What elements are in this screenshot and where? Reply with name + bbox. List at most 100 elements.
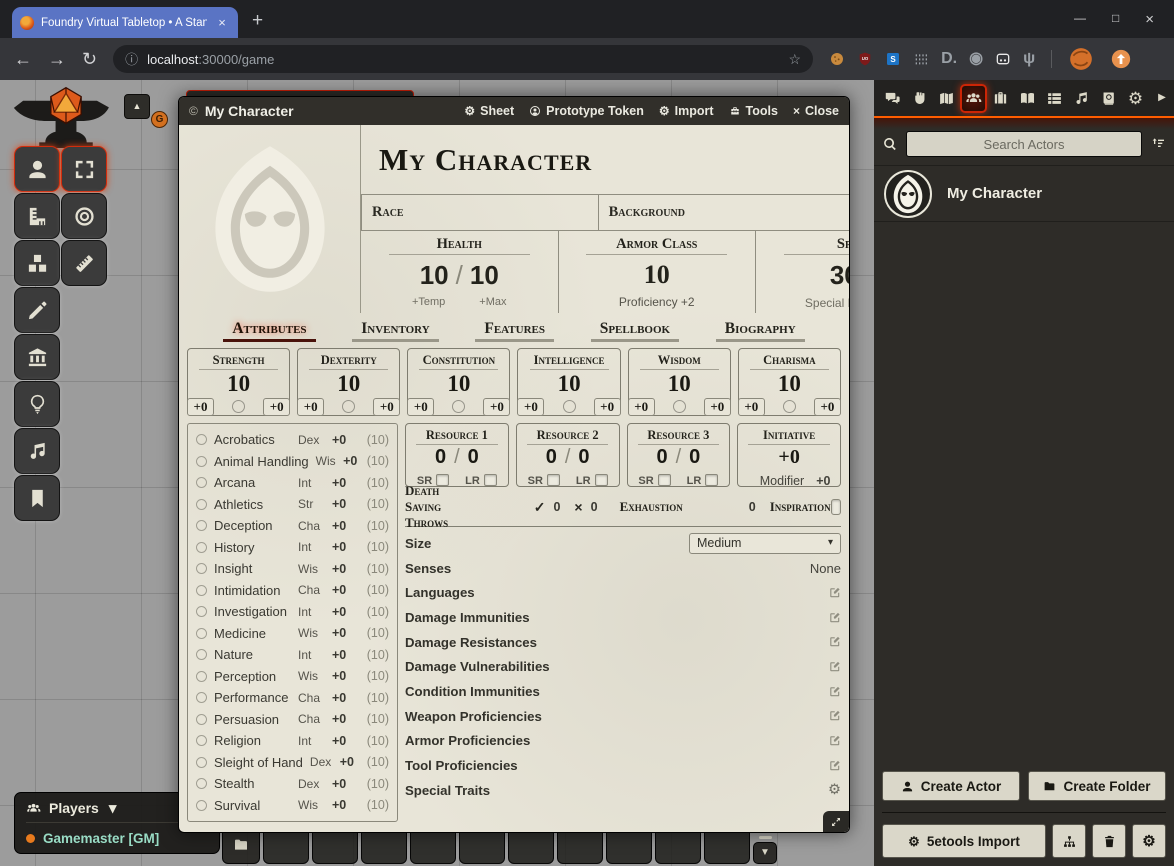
ability-score[interactable]: 10 (337, 371, 360, 397)
grid-icon[interactable] (913, 51, 929, 67)
sounds-tool-button[interactable] (14, 428, 60, 474)
ability-block[interactable]: Dexterity 10 +0 +0 (297, 348, 400, 416)
ability-block[interactable]: Charisma 10 +0 +0 (738, 348, 841, 416)
fork-icon[interactable]: ψ (1023, 51, 1035, 67)
skill-row[interactable]: Survival Wis +0 (10) (196, 795, 389, 817)
scene-nav-collapse-button[interactable]: ▲ (124, 94, 150, 119)
skill-row[interactable]: Acrobatics Dex +0 (10) (196, 429, 389, 451)
sheet-tab[interactable]: Biography (716, 319, 805, 342)
folder-tree-button[interactable] (1052, 824, 1086, 858)
tab-compendium[interactable] (1095, 84, 1122, 113)
trait-edit-icon[interactable]: ⚙ (828, 783, 841, 798)
speed-value[interactable]: 30ft (830, 260, 849, 291)
ruler-tool-button[interactable] (61, 240, 107, 286)
save-proficiency-toggle[interactable] (673, 400, 686, 413)
skill-row[interactable]: Nature Int +0 (10) (196, 644, 389, 666)
tab-combat[interactable] (906, 84, 933, 113)
skill-proficiency-toggle[interactable] (196, 477, 207, 488)
settings-button[interactable]: ⚙ (1132, 824, 1166, 858)
walls-tool-button[interactable] (14, 334, 60, 380)
trait-edit-icon[interactable] (828, 660, 842, 674)
hotbar-page-indicator[interactable] (759, 836, 772, 839)
sort-icon[interactable] (1150, 136, 1166, 152)
skill-proficiency-toggle[interactable] (196, 606, 207, 617)
ability-save[interactable]: +0 (483, 398, 510, 416)
create-actor-button[interactable]: Create Actor (882, 771, 1020, 801)
skill-row[interactable]: Performance Cha +0 (10) (196, 687, 389, 709)
skill-proficiency-toggle[interactable] (196, 757, 207, 768)
skill-row[interactable]: History Int +0 (10) (196, 537, 389, 559)
token-tool-button[interactable] (14, 146, 60, 192)
resource-label[interactable]: Resource 2 (537, 428, 599, 443)
skill-proficiency-toggle[interactable] (196, 714, 207, 725)
new-tab-button[interactable]: + (252, 10, 263, 32)
death-fail-count[interactable]: 0 (591, 500, 598, 514)
skill-row[interactable]: Intimidation Cha +0 (10) (196, 580, 389, 602)
hp-value[interactable]: 10/10 (420, 260, 499, 291)
ability-block[interactable]: Constitution 10 +0 +0 (407, 348, 510, 416)
short-rest-checkbox[interactable] (547, 474, 560, 486)
window-close-button[interactable]: × (1145, 11, 1154, 28)
long-rest-checkbox[interactable] (705, 474, 718, 486)
save-proficiency-toggle[interactable] (342, 400, 355, 413)
skill-proficiency-toggle[interactable] (196, 800, 207, 811)
ability-score[interactable]: 10 (227, 371, 250, 397)
ability-block[interactable]: Intelligence 10 +0 +0 (517, 348, 620, 416)
skill-row[interactable]: Stealth Dex +0 (10) (196, 773, 389, 795)
import-button[interactable]: ⚙Import (659, 104, 714, 118)
tab-close-icon[interactable]: × (214, 16, 230, 29)
max-hp-field[interactable]: +Max (479, 296, 506, 308)
ability-save[interactable]: +0 (704, 398, 731, 416)
notes-tool-button[interactable] (14, 475, 60, 521)
special-movement-link[interactable]: Special Movement (805, 296, 849, 310)
skill-row[interactable]: Sleight of Hand Dex +0 (10) (196, 752, 389, 774)
skill-proficiency-toggle[interactable] (196, 671, 207, 682)
ability-score[interactable]: 10 (447, 371, 470, 397)
tab-tables[interactable] (1041, 84, 1068, 113)
reload-icon[interactable]: ↻ (82, 50, 97, 68)
save-proficiency-toggle[interactable] (783, 400, 796, 413)
address-bar[interactable]: ⓘ localhost:30000/game ☆ (113, 45, 813, 73)
page-info-icon[interactable]: ⓘ (125, 53, 138, 66)
skill-row[interactable]: Animal Handling Wis +0 (10) (196, 451, 389, 473)
drawings-tool-button[interactable] (14, 287, 60, 333)
cookie-icon[interactable] (829, 51, 845, 67)
tab-settings[interactable]: ⚙ (1122, 84, 1149, 113)
skill-row[interactable]: Persuasion Cha +0 (10) (196, 709, 389, 731)
ability-save[interactable]: +0 (373, 398, 400, 416)
ability-score[interactable]: 10 (668, 371, 691, 397)
long-rest-checkbox[interactable] (595, 474, 608, 486)
actor-list-item[interactable]: My Character (874, 165, 1174, 222)
skill-row[interactable]: Religion Int +0 (10) (196, 730, 389, 752)
character-portrait[interactable] (179, 125, 361, 313)
ability-block[interactable]: Wisdom 10 +0 +0 (628, 348, 731, 416)
template-tool-button[interactable] (61, 193, 107, 239)
window-maximize-button[interactable]: □ (1112, 11, 1119, 28)
skill-row[interactable]: Medicine Wis +0 (10) (196, 623, 389, 645)
skill-row[interactable]: Insight Wis +0 (10) (196, 558, 389, 580)
trait-edit-icon[interactable] (828, 709, 842, 723)
death-success-count[interactable]: 0 (553, 500, 560, 514)
search-input[interactable] (906, 131, 1142, 157)
initiative-value[interactable]: +0 (778, 446, 799, 469)
inspiration-checkbox[interactable] (831, 499, 841, 515)
delete-button[interactable] (1092, 824, 1126, 858)
save-proficiency-toggle[interactable] (232, 400, 245, 413)
exhaustion-value[interactable]: 0 (749, 500, 756, 514)
trait-edit-icon[interactable] (828, 635, 842, 649)
skill-row[interactable]: Perception Wis +0 (10) (196, 666, 389, 688)
profile-avatar-icon[interactable] (1068, 46, 1094, 72)
select-targets-button[interactable] (61, 146, 107, 192)
sheet-tab[interactable]: Inventory (352, 319, 438, 342)
skill-row[interactable]: Arcana Int +0 (10) (196, 472, 389, 494)
character-name[interactable]: My Character (379, 142, 849, 178)
window-minimize-button[interactable]: — (1074, 11, 1086, 28)
skill-proficiency-toggle[interactable] (196, 585, 207, 596)
skill-proficiency-toggle[interactable] (196, 649, 207, 660)
d-icon[interactable]: D. (941, 51, 957, 67)
ability-score[interactable]: 10 (778, 371, 801, 397)
skill-proficiency-toggle[interactable] (196, 563, 207, 574)
actor-name[interactable]: My Character (947, 185, 1042, 202)
tab-actors[interactable] (960, 84, 987, 113)
trait-edit-icon[interactable] (828, 685, 842, 699)
